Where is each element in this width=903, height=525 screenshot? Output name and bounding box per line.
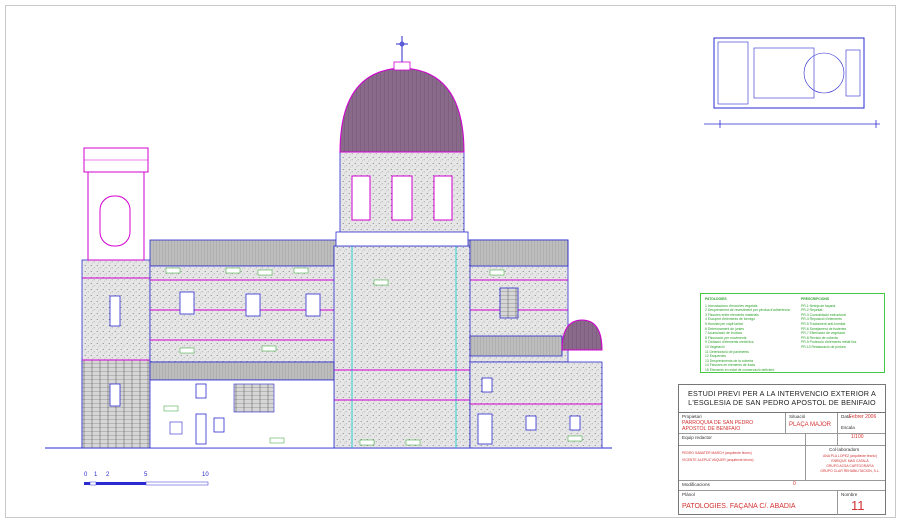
left-annex <box>149 361 335 449</box>
escala-value: 1/100 <box>851 434 864 440</box>
legend-prescripcions-heading: PRESCRIPCIONS <box>801 297 830 301</box>
propietari-label: Propietari <box>682 414 702 419</box>
propietari-line2: APOSTOL DE BENIFAIO <box>682 426 741 432</box>
project-title-line1: ESTUDI PREVI PER A LA INTERVENCIO EXTERI… <box>687 389 876 398</box>
project-title: ESTUDI PREVI PER A LA INTERVENCIO EXTERI… <box>679 385 885 413</box>
data-value: Febrer 2006 <box>849 414 877 420</box>
right-wing-roof <box>469 239 569 267</box>
scale-label-1: 1 <box>94 472 98 478</box>
collaboradors-label: Col·laboradors <box>829 447 860 452</box>
situacio-label: Situació <box>789 414 806 419</box>
collaborador-item: GRUPO CLAR REHABILITACION, S.L. <box>820 469 880 473</box>
scale-label-5: 5 <box>144 472 148 478</box>
pla-value: PATOLOGIES. FAÇANA C/. ABADIA <box>682 503 796 510</box>
nombre-value: 11 <box>851 498 865 513</box>
equip-line1: PEDRO SABATER MARCH (arquitecte tècnic) <box>682 451 752 455</box>
scale-bar <box>84 481 209 486</box>
crossing-block <box>333 245 471 449</box>
scale-label-2: 2 <box>106 472 110 478</box>
project-title-line2: L'ESGLESIA DE SAN PEDRO APOSTOL DE BENIF… <box>688 398 876 407</box>
patologia-item: 15 Elements en estat de conservació defi… <box>705 367 775 372</box>
modificacions-label: Modificacions <box>682 482 710 487</box>
legend-patologies: PATOLOGIES 1 Incrustacions d'escòries ve… <box>705 297 797 373</box>
title-block: ESTUDI PREVI PER A LA INTERVENCIO EXTERI… <box>678 384 886 515</box>
site-plan-thumbnail <box>704 37 880 128</box>
scale-label-0: 0 <box>84 472 88 478</box>
legend-patologies-heading: PATOLOGIES <box>705 297 727 301</box>
prescripcio-item: PR-10 Restauració de pintura <box>801 344 846 349</box>
modificacions-value: 0 <box>793 481 796 487</box>
equip-line2: VICENTE ALEPUZ VAQUER (arquitecte tècnic… <box>682 458 754 462</box>
legend-prescripcions: PRESCRIPCIONS PR-1 Neteja de façana PR-2 … <box>801 297 883 350</box>
scale-label-10: 10 <box>202 472 209 478</box>
legend: PATOLOGIES 1 Incrustacions d'escòries ve… <box>700 293 885 373</box>
bell-tower <box>81 147 151 449</box>
pla-label: Plànol <box>682 492 695 497</box>
dome-drum <box>335 149 469 247</box>
equip-label: Equip redactor <box>682 435 712 440</box>
escala-label: Escala <box>841 425 855 430</box>
situacio-value: PLAÇA MAJOR <box>789 422 832 428</box>
nombre-label: Nombre <box>841 492 858 497</box>
dome <box>339 67 465 153</box>
